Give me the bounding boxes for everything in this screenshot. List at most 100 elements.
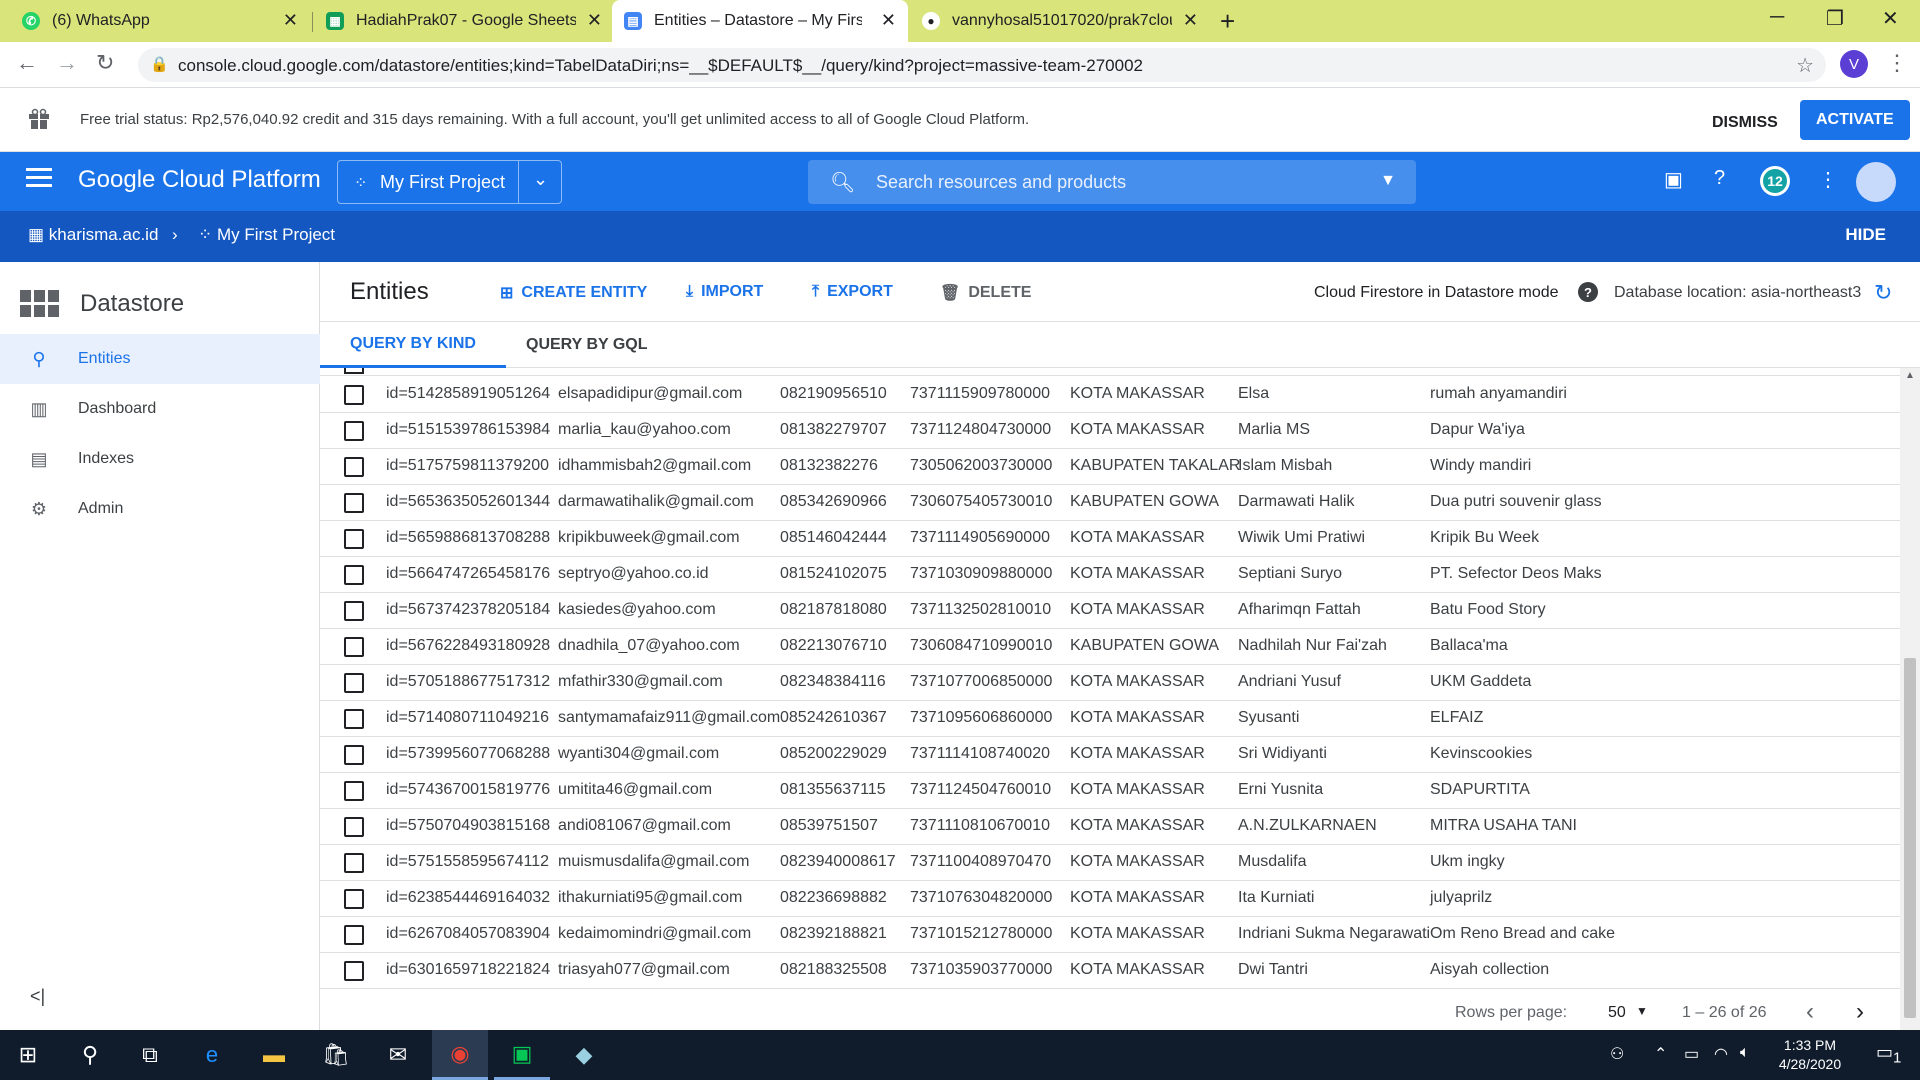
sidebar-item-entities[interactable]: ⚲ Entities — [0, 334, 320, 384]
bookmark-star-icon[interactable]: ☆ — [1796, 53, 1814, 78]
refresh-icon[interactable]: ↻ — [1874, 280, 1892, 306]
account-avatar[interactable] — [1856, 162, 1896, 202]
close-tab-icon[interactable]: ✕ — [283, 10, 298, 31]
expand-icon[interactable]: ⌄ — [533, 169, 548, 190]
table-row[interactable]: id=5751558595674112 muismusdalifa@gmail.c… — [320, 845, 1900, 881]
table-row[interactable]: id=5750704903815168 andi081067@gmail.com 0… — [320, 809, 1900, 845]
profile-avatar[interactable]: V — [1840, 50, 1868, 78]
row-checkbox[interactable] — [344, 529, 364, 549]
row-checkbox[interactable] — [344, 601, 364, 621]
search-input[interactable]: 🔍︎ Search resources and products ▼ — [808, 160, 1416, 204]
activate-button[interactable]: ACTIVATE — [1800, 100, 1910, 140]
close-window-icon[interactable]: ✕ — [1882, 6, 1899, 31]
table-row[interactable]: id=5653635052601344 darmawatihalik@gmail.… — [320, 485, 1900, 521]
export-button[interactable]: ⤒ EXPORT — [812, 283, 893, 301]
close-tab-icon[interactable]: ✕ — [881, 10, 896, 31]
browser-tab-sheets[interactable]: ▦ HadiahPrak07 - Google Sheets ✕ — [314, 0, 614, 42]
cell-entity-key[interactable]: id=5751558595674112 — [386, 853, 549, 871]
tab-query-by-gql[interactable]: QUERY BY GQL — [496, 322, 678, 368]
collapse-sidebar-icon[interactable]: <| — [30, 986, 45, 1007]
row-checkbox[interactable] — [344, 493, 364, 513]
cell-entity-key[interactable]: id=5714080711049216 — [386, 709, 549, 727]
sidebar-item-admin[interactable]: ⚙ Admin — [0, 484, 320, 534]
task-view-icon[interactable]: ⧉ — [122, 1030, 178, 1080]
action-center-icon[interactable]: ▭1 — [1876, 1042, 1901, 1067]
table-row[interactable]: id=6267084057083904 kedaimomindri@gmail.c… — [320, 917, 1900, 953]
row-checkbox[interactable] — [344, 385, 364, 405]
row-checkbox[interactable] — [344, 745, 364, 765]
cell-entity-key[interactable]: id=5659886813708288 — [386, 529, 550, 547]
row-checkbox[interactable] — [344, 925, 364, 945]
browser-tab-github[interactable]: ● vannyhosal51017020/prak7cloud ✕ — [910, 0, 1210, 42]
more-options-icon[interactable]: ⋮ — [1818, 167, 1838, 192]
cell-entity-key[interactable]: id=5673742378205184 — [386, 601, 550, 619]
volume-icon[interactable]: 🔈︎ — [1740, 1044, 1750, 1062]
cell-entity-key[interactable]: id=5664747265458176 — [386, 565, 550, 583]
row-checkbox[interactable] — [344, 565, 364, 585]
previous-page-icon[interactable]: ‹ — [1806, 998, 1814, 1026]
sidebar-item-indexes[interactable]: ▤ Indexes — [0, 434, 320, 484]
file-explorer-icon[interactable]: ▬ — [246, 1030, 302, 1080]
browser-menu-icon[interactable]: ⋮ — [1886, 50, 1908, 76]
hamburger-menu-icon[interactable] — [26, 168, 52, 188]
forward-icon[interactable]: → — [56, 50, 78, 76]
table-row[interactable]: id=5175759811379200 idhammisbah2@gmail.co… — [320, 449, 1900, 485]
store-icon[interactable]: 🛍︎ — [308, 1030, 364, 1080]
row-checkbox[interactable] — [344, 709, 364, 729]
line-icon[interactable]: ▣ — [494, 1030, 550, 1080]
cell-entity-key[interactable]: id=6267084057083904 — [386, 925, 550, 943]
new-tab-button[interactable]: + — [1220, 6, 1235, 37]
browser-tab-whatsapp[interactable]: ✆ (6) WhatsApp ✕ — [10, 0, 310, 42]
row-checkbox[interactable] — [344, 961, 364, 981]
back-icon[interactable]: ← — [16, 50, 38, 76]
scrollbar-thumb[interactable] — [1904, 658, 1916, 1018]
battery-icon[interactable]: ▭ — [1684, 1044, 1699, 1064]
row-checkbox[interactable] — [344, 457, 364, 477]
reload-icon[interactable]: ↻ — [96, 50, 114, 76]
row-checkbox[interactable] — [344, 853, 364, 873]
table-row[interactable]: id=5739956077068288 wyanti304@gmail.com 08… — [320, 737, 1900, 773]
cell-entity-key[interactable]: id=5750704903815168 — [386, 817, 550, 835]
dismiss-button[interactable]: DISMISS — [1700, 105, 1790, 141]
edge-icon[interactable]: e — [184, 1030, 240, 1080]
table-row[interactable]: id=5714080711049216 santymamafaiz911@gmai… — [320, 701, 1900, 737]
table-row[interactable]: id=5151539786153984 marlia_kau@yahoo.com 0… — [320, 413, 1900, 449]
url-text[interactable]: console.cloud.google.com/datastore/entit… — [178, 56, 1143, 76]
chevron-up-icon[interactable]: ⌃ — [1654, 1044, 1667, 1064]
browser-tab-datastore[interactable]: ▤ Entities – Datastore – My First Pro ✕ — [612, 0, 908, 42]
create-entity-button[interactable]: ⊞ CREATE ENTITY — [500, 283, 647, 303]
restore-icon[interactable]: ❐ — [1826, 6, 1844, 31]
chrome-icon[interactable]: ◉ — [432, 1030, 488, 1080]
breadcrumb-org[interactable]: ▦ kharisma.ac.id — [28, 225, 158, 245]
brand-title[interactable]: Google Cloud Platform — [78, 166, 321, 194]
row-checkbox[interactable] — [344, 817, 364, 837]
sidebar-item-dashboard[interactable]: ▥ Dashboard — [0, 384, 320, 434]
table-row[interactable]: id=6301659718221824 triasyah077@gmail.com… — [320, 953, 1900, 989]
cell-entity-key[interactable]: id=5175759811379200 — [386, 457, 549, 475]
cell-entity-key[interactable]: id=6301659718221824 — [386, 961, 550, 979]
cell-entity-key[interactable]: id=5142858919051264 — [386, 385, 550, 403]
omnibox[interactable]: 🔒 console.cloud.google.com/datastore/ent… — [138, 48, 1826, 82]
table-row[interactable]: id=5664747265458176 septryo@yahoo.co.id 08… — [320, 557, 1900, 593]
notifications-icon[interactable]: 12 — [1760, 166, 1790, 196]
row-checkbox[interactable] — [344, 368, 364, 374]
minimize-icon[interactable]: ─ — [1770, 6, 1784, 29]
table-row[interactable]: id=5743670015819776 umitita46@gmail.com 08… — [320, 773, 1900, 809]
cell-entity-key[interactable]: id=6238544469164032 — [386, 889, 550, 907]
table-row[interactable]: id=5659886813708288 kripikbuweek@gmail.co… — [320, 521, 1900, 557]
cell-entity-key[interactable]: id=5676228493180928 — [386, 637, 550, 655]
table-row[interactable]: id=5673742378205184 kasiedes@yahoo.com 082… — [320, 593, 1900, 629]
wifi-icon[interactable]: ◠ — [1714, 1044, 1728, 1064]
breadcrumb-project[interactable]: ⁘ My First Project — [198, 225, 335, 245]
project-selector[interactable]: ⁘ My First Project ⌄ — [337, 160, 562, 204]
table-row[interactable]: id=5676228493180928 dnadhila_07@yahoo.com… — [320, 629, 1900, 665]
people-icon[interactable]: ⚇ — [1610, 1044, 1624, 1064]
cell-entity-key[interactable]: id=5743670015819776 — [386, 781, 550, 799]
table-row[interactable]: id=5705188677517312 mfathir330@gmail.com 0… — [320, 665, 1900, 701]
row-checkbox[interactable] — [344, 637, 364, 657]
chevron-down-icon[interactable]: ▼ — [1636, 1004, 1648, 1018]
app-icon[interactable]: ◆ — [556, 1030, 612, 1080]
cell-entity-key[interactable]: id=5151539786153984 — [386, 421, 550, 439]
table-row[interactable]: id=5142858919051264 elsapadidipur@gmail.c… — [320, 377, 1900, 413]
help-icon[interactable]: ? — [1714, 167, 1725, 190]
